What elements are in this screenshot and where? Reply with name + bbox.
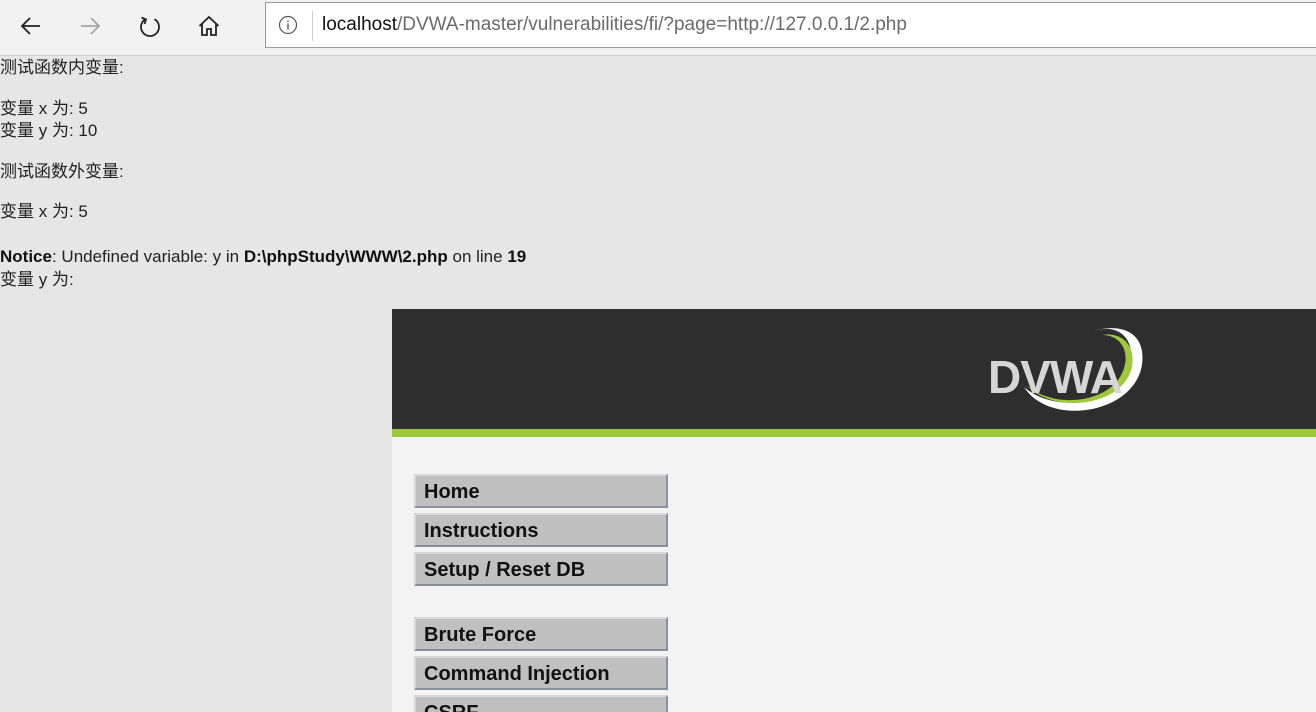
menu-item-instructions[interactable]: Instructions xyxy=(414,513,668,547)
notice-file: D:\phpStudy\WWW\2.php xyxy=(243,247,448,266)
notice-message: : Undefined variable: y in xyxy=(51,247,244,266)
url-text[interactable]: localhost/DVWA-master/vulnerabilities/fi… xyxy=(322,13,907,37)
menu-item-brute-force[interactable]: Brute Force xyxy=(414,617,668,651)
inner-variables-heading: 测试函数内变量: xyxy=(0,58,124,77)
menu-item-label: Command Injection xyxy=(424,663,610,685)
notice-on-line: on line xyxy=(447,247,508,266)
notice-line-number: 19 xyxy=(507,247,527,266)
menu-item-setup-reset-db[interactable]: Setup / Reset DB xyxy=(414,552,668,586)
forward-button[interactable] xyxy=(68,6,112,46)
home-icon xyxy=(198,15,220,36)
dvwa-logo-text: DVWA xyxy=(988,351,1122,403)
refresh-button[interactable] xyxy=(128,6,172,46)
info-icon[interactable] xyxy=(278,15,298,35)
outer-x-line: 变量 x 为: 5 xyxy=(0,202,88,221)
dvwa-header-stripe xyxy=(392,429,1316,437)
refresh-icon xyxy=(140,16,160,37)
outer-variables-heading: 测试函数外变量: xyxy=(0,162,124,181)
menu-item-label: CSRF xyxy=(424,701,478,712)
home-button[interactable] xyxy=(187,6,231,46)
menu-item-command-injection[interactable]: Command Injection xyxy=(414,656,668,690)
outer-y-line: 变量 y 为: xyxy=(0,270,74,289)
dvwa-header: DVWA xyxy=(392,309,1316,429)
menu-item-label: Brute Force xyxy=(424,624,537,646)
url-host: localhost xyxy=(322,14,397,35)
address-separator xyxy=(312,11,313,41)
back-button[interactable] xyxy=(9,6,53,46)
url-path: /DVWA-master/vulnerabilities/fi/?page=ht… xyxy=(397,14,907,35)
inner-y-line: 变量 y 为: 10 xyxy=(0,121,98,140)
menu-item-label: Instructions xyxy=(424,520,539,542)
menu-item-home[interactable]: Home xyxy=(414,474,668,508)
dvwa-logo: DVWA xyxy=(988,328,1143,411)
arrow-right-icon xyxy=(81,17,101,35)
menu-item-csrf[interactable]: CSRF xyxy=(414,695,668,712)
dvwa-page: DVWA Home Instructions Setup / Reset DB … xyxy=(392,309,1316,712)
inner-x-line: 变量 x 为: 5 xyxy=(0,99,88,118)
menu-item-label: Home xyxy=(424,481,480,503)
address-bar[interactable]: localhost/DVWA-master/vulnerabilities/fi… xyxy=(265,2,1316,48)
menu-item-label: Setup / Reset DB xyxy=(424,559,586,581)
arrow-left-icon xyxy=(20,17,40,35)
php-notice: Notice: Undefined variable: y in D:\phpS… xyxy=(0,246,526,268)
notice-label: Notice xyxy=(0,247,52,266)
browser-toolbar: localhost/DVWA-master/vulnerabilities/fi… xyxy=(0,0,1316,56)
